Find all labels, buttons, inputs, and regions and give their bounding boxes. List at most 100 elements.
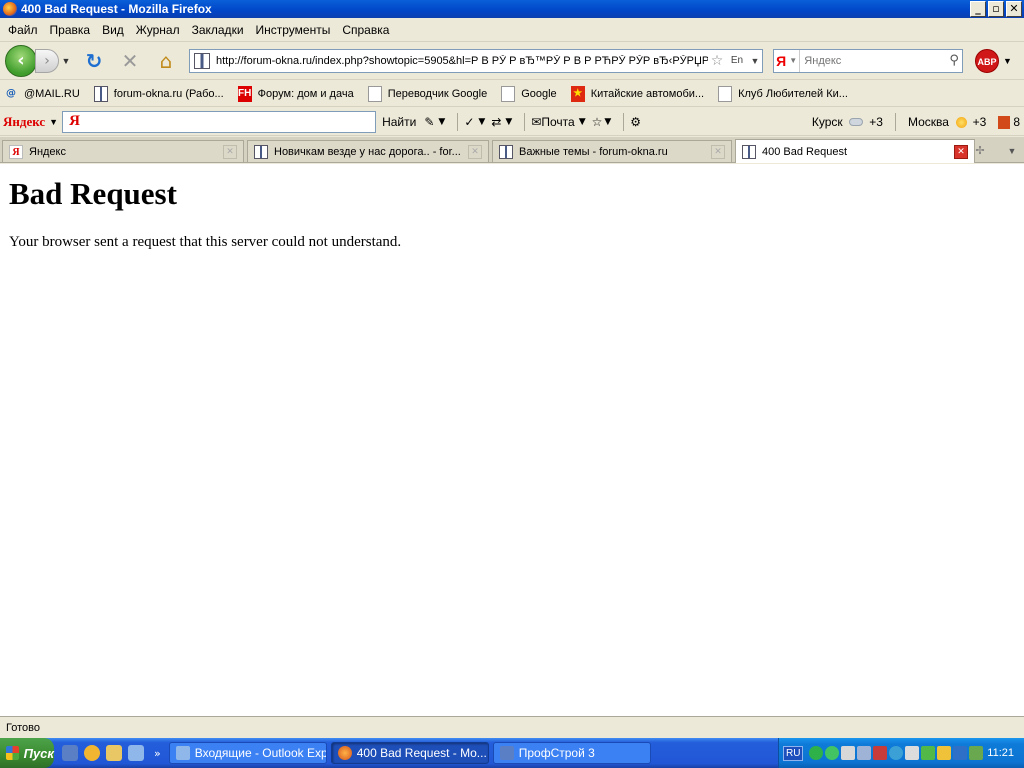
antivirus-icon[interactable]	[825, 746, 840, 760]
task-profstroy[interactable]: ПрофСтрой 3	[492, 742, 651, 764]
profstroy-icon	[499, 746, 514, 760]
ie-quicklaunch-icon[interactable]	[128, 745, 144, 761]
reload-icon[interactable]: ↻	[79, 46, 109, 76]
menu-edit[interactable]: Правка	[46, 23, 95, 37]
tab-novichkam[interactable]: Новичкам везде у нас дорога.. - for... ✕	[247, 140, 489, 162]
adblock-button[interactable]: ABP	[975, 48, 999, 73]
yandex-icon: Я	[9, 144, 23, 159]
bookmark-star-icon[interactable]: ☆	[708, 53, 726, 69]
home-icon[interactable]: ⌂	[151, 46, 181, 76]
yandex-logo[interactable]: Яндекс	[3, 114, 45, 130]
monitor-icon[interactable]	[937, 746, 952, 760]
taskbar: Пуск » Входящие - Outlook Exp... 400 Bad…	[0, 738, 1024, 768]
bookmark-forumhouse[interactable]: FH Форум: дом и дача	[237, 85, 354, 102]
url-dropdown-icon[interactable]: ▼	[748, 56, 762, 66]
update-icon[interactable]	[889, 746, 904, 760]
settings-gear-icon[interactable]: ⚙	[630, 115, 641, 129]
traffic-icon	[998, 115, 1011, 129]
bookmark-google[interactable]: Google	[501, 85, 557, 102]
tab-close-icon[interactable]: ✕	[954, 144, 968, 159]
tab-close-icon[interactable]: ✕	[711, 144, 725, 159]
fh-icon: FH	[237, 85, 252, 102]
task-firefox[interactable]: 400 Bad Request - Mo...	[330, 742, 489, 764]
adblock-dropdown-icon[interactable]: ▼	[1003, 56, 1012, 66]
start-button[interactable]: Пуск	[0, 738, 54, 768]
status-bar: Готово	[0, 716, 1024, 738]
yandex-bookmarks-button[interactable]: ☆ ▼	[592, 115, 612, 129]
window-titlebar[interactable]: 400 Bad Request - Mozilla Firefox _ ▫ ✕	[0, 0, 1024, 18]
stop-icon[interactable]: ✕	[115, 46, 145, 76]
tab-list-icon[interactable]: ▼	[1002, 141, 1022, 161]
separator	[623, 112, 625, 131]
profstroy-quicklaunch-icon[interactable]	[62, 745, 78, 761]
media-player-icon[interactable]	[921, 746, 936, 760]
firefox-icon	[3, 2, 17, 16]
menu-file[interactable]: Файл	[4, 23, 42, 37]
bookmark-club[interactable]: Клуб Любителей Ки...	[718, 85, 848, 102]
tab-important-topics[interactable]: Важные темы - forum-okna.ru ✕	[492, 140, 732, 162]
yandex-search-input[interactable]: Я	[62, 110, 377, 133]
chevron-down-icon: ▼	[438, 116, 446, 127]
connection-icon[interactable]	[857, 746, 872, 760]
weather-moscow[interactable]: Москва +3	[908, 115, 986, 129]
new-tab-icon[interactable]: ✢	[968, 141, 992, 161]
language-indicator[interactable]: RU	[783, 745, 804, 761]
outlook-quicklaunch-icon[interactable]	[84, 745, 100, 761]
yandex-find-button[interactable]: Найти	[382, 115, 416, 129]
separator	[457, 112, 459, 131]
feed-icon[interactable]: En	[726, 55, 748, 66]
traffic-indicator[interactable]: 8	[998, 115, 1020, 129]
back-button[interactable]: ‹	[5, 44, 37, 77]
status-text: Готово	[6, 721, 40, 734]
chevron-down-icon: ▼	[604, 116, 612, 127]
tab-bad-request[interactable]: 400 Bad Request ✕	[735, 139, 975, 163]
tab-yandex[interactable]: Я Яндекс ✕	[2, 140, 244, 162]
search-engine-selector[interactable]: Я ▼	[774, 49, 801, 72]
device-icon[interactable]	[905, 746, 920, 760]
address-bar[interactable]: http://forum-okna.ru/index.php?showtopic…	[189, 48, 763, 73]
network-icon[interactable]	[809, 746, 824, 760]
search-magnifier-icon[interactable]: ⚲	[946, 53, 962, 68]
firefox-icon	[337, 746, 352, 760]
highlight-tool[interactable]: ✎ ▼	[424, 115, 445, 129]
spellcheck-icon: ✓	[464, 114, 475, 129]
screen: 400 Bad Request - Mozilla Firefox _ ▫ ✕ …	[0, 0, 1024, 768]
url-text[interactable]: http://forum-okna.ru/index.php?showtopic…	[216, 55, 708, 67]
mail-icon: @	[6, 88, 16, 99]
task-outlook[interactable]: Входящие - Outlook Exp...	[168, 742, 327, 764]
close-button[interactable]: ✕	[1006, 1, 1022, 17]
menu-help[interactable]: Справка	[338, 23, 393, 37]
chevron-down-icon: ▼	[578, 116, 586, 127]
search-input[interactable]	[800, 54, 947, 67]
bookmark-translate[interactable]: Переводчик Google	[367, 85, 487, 102]
spellcheck-tool[interactable]: ✓ ▼	[464, 115, 485, 129]
volume-icon[interactable]	[841, 746, 856, 760]
bookmark-china-auto[interactable]: ★ Китайские автомоби...	[570, 85, 704, 102]
explorer-folder-icon[interactable]	[106, 745, 122, 761]
menu-tools[interactable]: Инструменты	[252, 23, 335, 37]
history-dropdown-icon[interactable]: ▼	[59, 56, 73, 66]
weather-kursk[interactable]: Курск +3	[812, 115, 883, 129]
tab-close-icon[interactable]: ✕	[223, 144, 237, 159]
display-icon[interactable]	[953, 746, 968, 760]
maximize-button[interactable]: ▫	[988, 1, 1004, 17]
menu-view[interactable]: Вид	[98, 23, 128, 37]
windows-flag-icon	[6, 746, 19, 760]
translate-tool[interactable]: ⇄ ▼	[491, 115, 512, 129]
app-tray-icon[interactable]	[969, 746, 984, 760]
translate-icon: ⇄	[491, 114, 502, 129]
tab-close-icon[interactable]: ✕	[468, 144, 482, 159]
security-icon[interactable]	[873, 746, 888, 760]
yandex-mail-button[interactable]: ✉ Почта ▼	[531, 115, 585, 129]
menu-bookmarks[interactable]: Закладки	[188, 23, 248, 37]
envelope-icon: ✉	[531, 114, 542, 129]
search-box[interactable]: Я▼ ⚲	[773, 48, 963, 73]
minimize-button[interactable]: _	[970, 1, 986, 17]
quicklaunch-more-icon[interactable]: »	[154, 747, 161, 760]
bookmark-forum-okna[interactable]: forum-okna.ru (Рабо...	[93, 85, 224, 102]
menu-history[interactable]: Журнал	[132, 23, 184, 37]
chevron-down-icon[interactable]: ▼	[49, 117, 58, 127]
forward-button[interactable]: ›	[35, 48, 59, 73]
bookmark-mail[interactable]: @ @MAIL.RU	[4, 86, 80, 102]
chevron-down-icon: ▼	[478, 116, 486, 127]
